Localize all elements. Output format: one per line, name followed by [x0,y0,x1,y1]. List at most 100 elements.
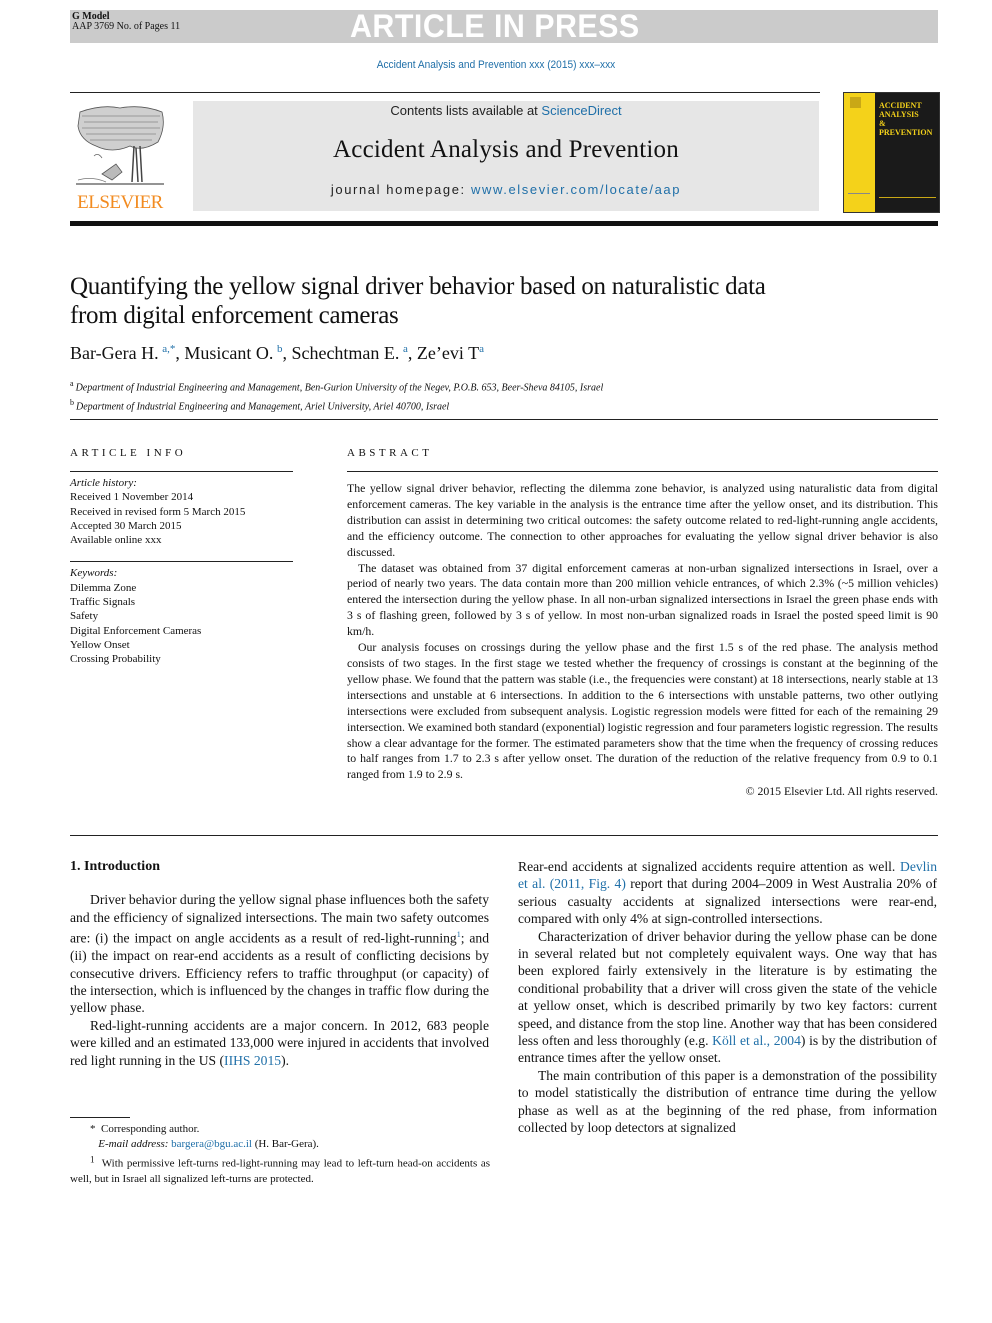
elsevier-logo[interactable]: ELSEVIER [70,100,170,214]
title-line-2: from digital enforcement cameras [70,302,399,329]
homepage-line: journal homepage: www.elsevier.com/locat… [193,182,819,197]
affil-mark: b [70,398,74,408]
cover-title: ACCIDENT ANALYSIS & PREVENTION [879,101,932,137]
article-info-heading: ARTICLE INFO [70,447,187,459]
author-list: Bar-Gera H. a,*, Musicant O. b, Schechtm… [70,343,484,363]
text-run: Characterization of driver behavior duri… [518,928,937,1049]
footnotes: * Corresponding author. E-mail address: … [70,1117,490,1187]
keywords-label: Keywords: [70,567,118,580]
cover-emblem-icon [850,97,861,108]
history-item: Received in revised form 5 March 2015 [70,505,246,518]
body-paragraph: The main contribution of this paper is a… [518,1067,937,1136]
affil-text: Department of Industrial Engineering and… [75,382,604,394]
email-link[interactable]: bargera@bgu.ac.il [171,1138,252,1150]
contents-prefix: Contents lists available at [390,103,542,118]
affiliations: a Department of Industrial Engineering a… [70,376,603,415]
article-in-press-banner: G Model AAP 3769 No. of Pages 11 ARTICLE… [70,8,938,44]
divider [70,471,293,472]
keyword: Traffic Signals [70,596,136,609]
keywords: Keywords: Dilemma Zone Traffic Signals S… [70,566,293,666]
journal-name: Accident Analysis and Prevention [333,136,679,163]
copyright-notice: © 2015 Elsevier Ltd. All rights reserved… [745,784,938,799]
history-item: Available online xxx [70,534,162,547]
footnote-email: E-mail address: bargera@bgu.ac.il (H. Ba… [70,1137,490,1152]
masthead-bottom-rule [70,221,938,226]
author-affil-mark[interactable]: a [479,343,484,355]
manuscript-id: G Model AAP 3769 No. of Pages 11 [72,12,180,32]
section-heading: 1. Introduction [70,859,160,874]
divider [70,419,938,420]
text-run: Rear-end accidents at signalized acciden… [518,859,900,874]
history-item: Received 1 November 2014 [70,491,194,504]
body-paragraph: Red-light-running accidents are a major … [70,1017,489,1069]
journal-homepage-link[interactable]: www.elsevier.com/locate/aap [471,182,681,197]
email-owner: (H. Bar-Gera). [254,1138,319,1150]
footnote-rule [70,1117,130,1118]
affil-mark: a [70,379,74,388]
article-info: ARTICLE INFO Article history: Received 1… [70,447,293,667]
author-name: Bar-Gera H. [70,343,159,363]
divider [347,471,938,472]
body-paragraph: Rear-end accidents at signalized acciden… [518,858,937,928]
abstract: ABSTRACT The yellow signal driver behavi… [347,447,938,799]
cover-title-line: ACCIDENT [879,101,922,110]
article-history: Article history: Received 1 November 201… [70,476,293,547]
footnote-text: With permissive left-turns red-light-run… [70,1157,490,1185]
divider [70,561,293,563]
abstract-heading: ABSTRACT [347,447,433,459]
homepage-prefix: journal homepage: [330,182,471,197]
masthead-top-rule [70,92,820,93]
abstract-body: The yellow signal driver behavior, refle… [347,481,938,799]
keyword: Safety [70,610,99,623]
divider [70,835,938,836]
cover-title-line: & [879,119,886,128]
affil-text: Department of Industrial Engineering and… [76,401,450,413]
author[interactable]: Musicant O. b [184,343,282,363]
author-name: Ze’evi T [416,343,480,363]
body-column-left: 1. Introduction Driver behavior during t… [70,858,489,1069]
elsevier-tree-icon [76,106,164,185]
author[interactable]: Ze’evi Ta [417,343,484,363]
affiliation: b Department of Industrial Engineering a… [70,395,603,414]
author-affil-mark[interactable]: b [277,343,283,355]
sciencedirect-link[interactable]: ScienceDirect [541,103,621,118]
author-name: Musicant O. [184,343,274,363]
keyword: Crossing Probability [70,653,161,666]
author-affil-mark[interactable]: a,* [162,343,175,355]
keyword: Dilemma Zone [70,581,137,594]
keyword: Yellow Onset [70,638,130,651]
cover-title-line: PREVENTION [879,128,933,137]
footnote-mark: 1 [90,1154,95,1164]
author-affil-mark[interactable]: a [403,343,408,355]
contents-line: Contents lists available at ScienceDirec… [193,103,819,118]
citation-link[interactable]: Köll et al., 2004 [712,1033,801,1048]
cover-rule [879,197,936,198]
author[interactable]: Bar-Gera H. a,* [70,343,175,363]
abstract-paragraph: Our analysis focuses on crossings during… [347,640,938,782]
article-title: Quantifying the yellow signal driver beh… [70,272,890,330]
article-id: AAP 3769 No. of Pages 11 [72,21,181,32]
keyword: Digital Enforcement Cameras [70,624,202,637]
footnote-text: Corresponding author. [101,1123,200,1135]
history-item: Accepted 30 March 2015 [70,519,182,532]
elsevier-wordmark: ELSEVIER [77,192,163,213]
body-paragraph: Driver behavior during the yellow signal… [70,891,489,1016]
cover-footer-mark [848,193,870,206]
journal-cover-thumbnail[interactable]: ACCIDENT ANALYSIS & PREVENTION [843,92,940,213]
body-paragraph: Characterization of driver behavior duri… [518,928,937,1067]
affiliation: a Department of Industrial Engineering a… [70,376,603,395]
text-run: ). [281,1052,290,1068]
press-status: ARTICLE IN PRESS [350,8,640,44]
abstract-paragraph: The dataset was obtained from 37 digital… [347,560,938,639]
author-name: Schechtman E. [291,343,400,363]
journal-reference[interactable]: Accident Analysis and Prevention xxx (20… [40,59,953,71]
title-line-1: Quantifying the yellow signal driver beh… [70,273,766,300]
body-column-right: Rear-end accidents at signalized acciden… [518,858,937,1137]
footnote-mark: * [90,1123,96,1135]
author[interactable]: Schechtman E. a [291,343,407,363]
footnote-corresponding: * Corresponding author. [70,1122,490,1137]
footnote-1: 1 With permissive left-turns red-light-r… [70,1152,490,1187]
journal-masthead: Contents lists available at ScienceDirec… [193,101,819,211]
citation-link[interactable]: IIHS 2015 [224,1053,281,1068]
history-label: Article history: [70,477,137,489]
